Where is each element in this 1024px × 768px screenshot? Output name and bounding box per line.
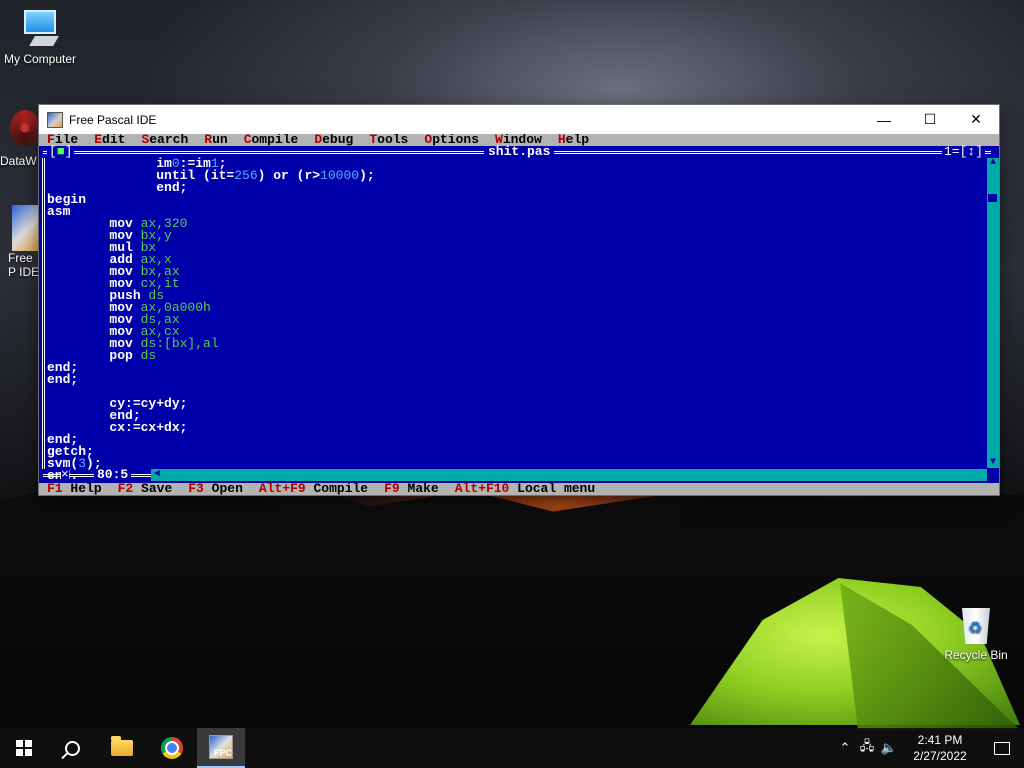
- desktop-icon-label: Free P IDE: [8, 251, 40, 279]
- system-tray: ⌃ 🖧 🔈 2:41 PM 2/27/2022: [834, 728, 1024, 768]
- code-line: cx:=cx+dx;: [47, 420, 188, 435]
- status-item[interactable]: F1 Help: [47, 481, 102, 495]
- scroll-down-arrow-icon[interactable]: ▼: [988, 458, 998, 468]
- desktop-icon-label: Recycle Bin: [944, 648, 1008, 662]
- desktop-icon-dataw[interactable]: DataW: [0, 110, 40, 168]
- window-title: Free Pascal IDE: [69, 112, 157, 127]
- status-item[interactable]: F3 Open: [188, 481, 243, 495]
- code-line: end;: [47, 180, 188, 195]
- desktop-icon-free-pascal[interactable]: Free P IDE: [0, 205, 40, 279]
- editor-filename: shit.pas: [484, 145, 555, 158]
- notification-button[interactable]: [980, 741, 1024, 755]
- folder-icon: [111, 736, 133, 756]
- clock[interactable]: 2:41 PM 2/27/2022: [900, 732, 980, 764]
- cursor-position: 80:5: [94, 468, 132, 481]
- free-pascal-app-icon: [47, 111, 63, 128]
- desktop-icon-label: My Computer: [3, 52, 77, 66]
- resize-marker-icon: ×: [61, 467, 69, 482]
- status-item[interactable]: Alt+F10 Local menu: [455, 481, 595, 495]
- status-item[interactable]: F2 Save: [118, 481, 173, 495]
- editor-window-number[interactable]: 1=[↕]: [941, 145, 985, 158]
- title-bar[interactable]: Free Pascal IDE — ☐ ✕: [39, 105, 999, 134]
- computer-icon: [20, 10, 60, 50]
- code-line: end;: [47, 360, 79, 375]
- atom-icon: [10, 110, 40, 146]
- network-icon[interactable]: 🖧: [856, 737, 878, 759]
- scroll-thumb[interactable]: [988, 194, 997, 202]
- vertical-scrollbar[interactable]: ▲ ▼: [987, 158, 999, 468]
- start-button[interactable]: [0, 728, 48, 768]
- chrome-icon: [161, 737, 183, 759]
- free-pascal-window[interactable]: Free Pascal IDE — ☐ ✕ File Edit Search Run C…: [39, 105, 999, 495]
- code-area[interactable]: im0:=im1; until (it=256) or (r>10000); e…: [47, 157, 375, 482]
- recycle-bin-icon: ♻: [958, 602, 994, 644]
- clock-time: 2:41 PM: [917, 733, 963, 747]
- notification-icon: [994, 741, 1010, 755]
- status-bar: F1 Help F2 Save F3 Open Alt+F9 Compile F9 Ma…: [39, 481, 999, 495]
- free-pascal-icon: [12, 205, 38, 251]
- maximize-button[interactable]: ☐: [907, 105, 953, 134]
- ide-console[interactable]: File Edit Search Run Compile Debug Tools Option…: [39, 134, 999, 495]
- close-button[interactable]: ✕: [953, 105, 999, 134]
- scroll-left-arrow-icon[interactable]: ◄: [151, 469, 163, 481]
- taskbar-file-explorer[interactable]: [98, 728, 146, 768]
- windows-logo-icon: [16, 740, 32, 756]
- code-line: end;: [47, 432, 79, 447]
- status-item[interactable]: Alt+F9 Compile: [259, 481, 368, 495]
- horizontal-scrollbar[interactable]: ◄: [151, 469, 987, 481]
- code-line: end;: [47, 372, 79, 387]
- chevron-up-icon[interactable]: ⌃: [834, 740, 856, 756]
- desktop-icon-recycle-bin[interactable]: ♻ Recycle Bin: [940, 602, 1012, 662]
- status-item[interactable]: F9 Make: [384, 481, 439, 495]
- taskbar: FPC ⌃ 🖧 🔈 2:41 PM 2/27/2022: [0, 728, 1024, 768]
- clock-date: 2/27/2022: [913, 749, 967, 763]
- code-line: pop ds: [47, 348, 157, 363]
- taskbar-free-pascal[interactable]: FPC: [197, 728, 245, 768]
- code-editor[interactable]: im0:=im1; until (it=256) or (r>10000); e…: [39, 157, 999, 482]
- scroll-up-arrow-icon[interactable]: ▲: [988, 158, 998, 168]
- volume-icon[interactable]: 🔈: [878, 740, 900, 756]
- minimize-button[interactable]: —: [861, 105, 907, 134]
- taskbar-chrome[interactable]: [148, 728, 196, 768]
- code-line: begin: [47, 192, 87, 207]
- desktop-icon-my-computer[interactable]: My Computer: [2, 10, 78, 66]
- desktop-icon-label: DataW: [0, 154, 37, 168]
- search-icon: [64, 740, 80, 756]
- free-pascal-icon: FPC: [209, 735, 233, 759]
- search-button[interactable]: [48, 728, 96, 768]
